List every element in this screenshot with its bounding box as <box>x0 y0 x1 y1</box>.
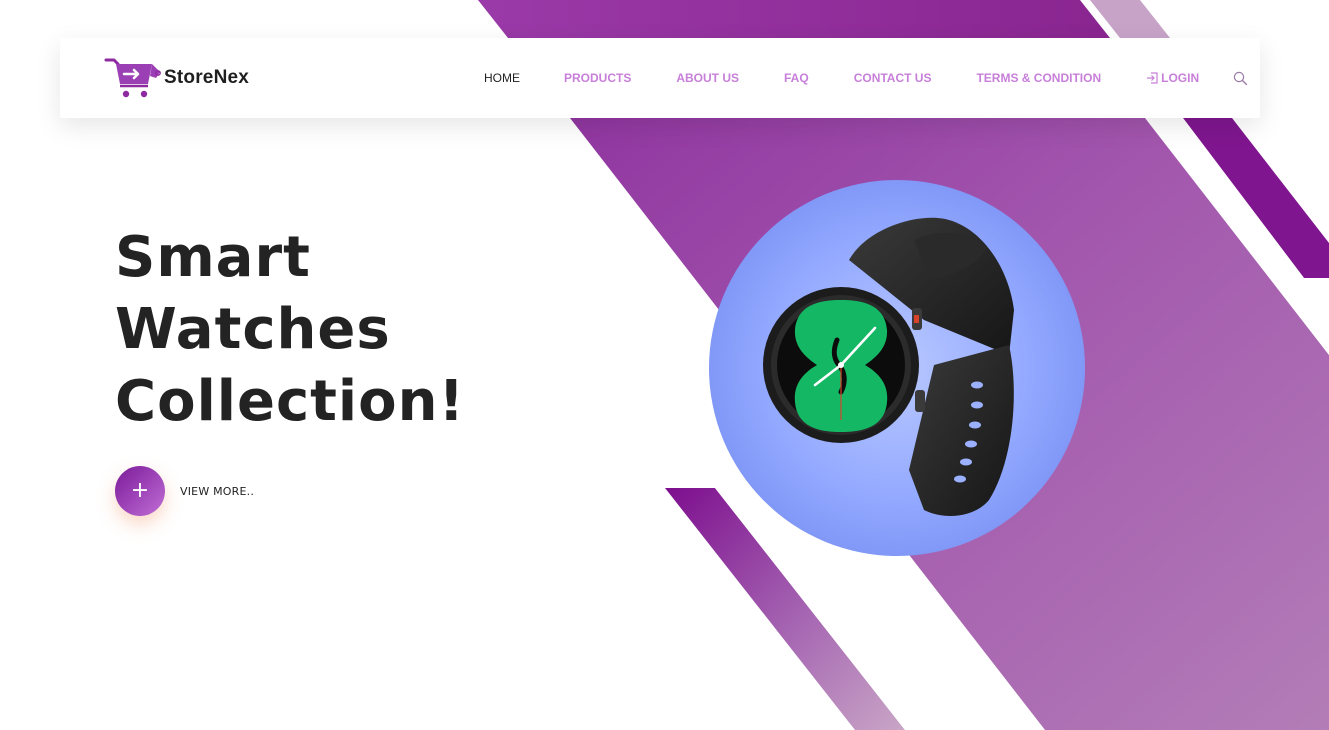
hero-title-line-2: Watches <box>115 297 391 362</box>
nav-item-terms[interactable]: TERMS & CONDITION <box>976 71 1101 85</box>
hero-title-line-1: Smart <box>115 225 311 290</box>
nav-item-products[interactable]: PRODUCTS <box>564 71 631 85</box>
login-icon <box>1147 72 1158 84</box>
smartwatch-image <box>709 180 1085 556</box>
nav-item-faq[interactable]: FAQ <box>784 71 809 85</box>
search-icon[interactable] <box>1233 71 1248 86</box>
view-more-button[interactable]: + VIEW MORE.. <box>115 466 254 516</box>
view-more-label[interactable]: VIEW MORE.. <box>180 485 254 498</box>
main-nav: HOME PRODUCTS ABOUT US FAQ CONTACT US TE… <box>484 38 1248 118</box>
site-header: StoreNex HOME PRODUCTS ABOUT US FAQ CONT… <box>60 38 1260 118</box>
nav-item-contact-us[interactable]: CONTACT US <box>854 71 932 85</box>
shopping-cart-icon <box>104 58 161 98</box>
nav-item-home[interactable]: HOME <box>484 71 520 85</box>
login-link[interactable]: LOGIN <box>1146 71 1199 85</box>
brand-logo[interactable]: StoreNex <box>104 56 249 100</box>
brand-name: StoreNex <box>164 67 250 88</box>
plus-icon[interactable]: + <box>115 466 165 516</box>
landing-page: StoreNex HOME PRODUCTS ABOUT US FAQ CONT… <box>0 0 1329 730</box>
login-label: LOGIN <box>1161 71 1200 85</box>
hero-title: Smart Watches Collection! <box>115 222 465 438</box>
hero-title-line-3: Collection! <box>115 369 465 434</box>
nav-item-about-us[interactable]: ABOUT US <box>676 71 739 85</box>
